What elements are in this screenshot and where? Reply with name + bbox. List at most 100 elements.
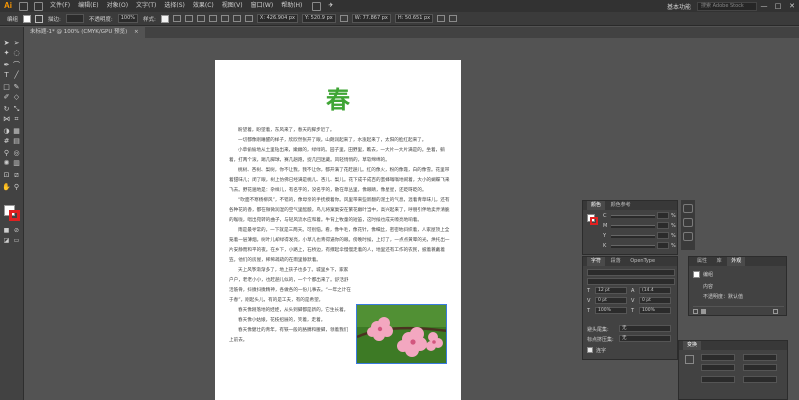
artboard-tool-icon[interactable]: ⊡ [2, 171, 11, 179]
menu-effect[interactable]: 效果(C) [189, 0, 218, 12]
arrange-icon[interactable] [34, 1, 43, 11]
height-field[interactable]: H: 50.651 px [394, 14, 434, 23]
x-position-field[interactable]: X: 426.904 px [256, 14, 298, 23]
align-center-icon[interactable] [184, 15, 193, 22]
transform-x-field[interactable] [701, 354, 735, 361]
menu-type[interactable]: 文字(T) [132, 0, 160, 12]
slice-tool-icon[interactable]: ⧄ [12, 171, 21, 179]
tab-character[interactable]: 字符 [587, 257, 606, 266]
menu-edit[interactable]: 编辑(E) [74, 0, 102, 12]
align-top-icon[interactable] [208, 15, 217, 22]
align-right-icon[interactable] [196, 15, 205, 22]
channel-y-field[interactable] [657, 232, 669, 239]
tab-color[interactable]: 颜色 [587, 201, 606, 210]
ligature-checkbox[interactable] [587, 347, 593, 353]
font-style-select[interactable] [587, 278, 675, 285]
channel-k-slider[interactable] [611, 245, 655, 248]
menu-window[interactable]: 窗口(W) [247, 0, 278, 12]
fill-swatch[interactable] [23, 14, 32, 23]
align-bottom-icon[interactable] [232, 15, 241, 22]
stock-search-input[interactable]: 搜索 Adobe Stock [697, 1, 757, 11]
color-stroke-box[interactable] [590, 217, 598, 225]
eyedropper-icon[interactable]: ⚲ [2, 149, 11, 157]
width-field[interactable]: W: 77.867 px [351, 14, 391, 23]
add-stroke-icon[interactable] [693, 309, 698, 314]
minimize-button[interactable]: — [757, 2, 771, 10]
font-family-select[interactable] [587, 269, 675, 276]
width-tool-icon[interactable]: ⋈ [2, 115, 11, 123]
free-transform-icon[interactable]: ⌗ [12, 115, 21, 123]
mojikumi-select[interactable]: 无 [619, 335, 671, 342]
tab-color-guide[interactable]: 颜色参考 [607, 201, 635, 210]
close-button[interactable]: ✕ [785, 2, 799, 10]
workspace-switcher[interactable]: 基本功能 [661, 2, 697, 11]
horizontal-scale-field[interactable]: 100% [639, 307, 671, 314]
document-title[interactable]: 春 [215, 80, 461, 115]
leading-field[interactable]: (14.4 [639, 287, 671, 294]
workspace-grid-icon[interactable] [312, 1, 322, 11]
brush-icon[interactable]: ✈ [324, 0, 337, 12]
channel-y-slider[interactable] [611, 235, 655, 238]
magic-wand-icon[interactable]: ✦ [2, 49, 11, 57]
menu-help[interactable]: 帮助(H) [277, 0, 306, 12]
bridge-icon[interactable] [19, 1, 28, 11]
transform-shear-field[interactable] [743, 376, 777, 383]
close-tab-icon[interactable]: × [134, 29, 139, 35]
transform-rotate-field[interactable] [701, 376, 735, 383]
hand-tool-icon[interactable]: ✋ [2, 183, 11, 191]
reference-point-icon[interactable] [685, 355, 694, 364]
stroke-weight-field[interactable] [65, 14, 84, 23]
mesh-tool-icon[interactable]: # [2, 137, 11, 145]
color-mode-icon[interactable]: ■ [2, 227, 11, 235]
channel-c-slider[interactable] [611, 215, 655, 218]
tab-opentype[interactable]: OpenType [626, 257, 659, 266]
graphic-style-swatch[interactable] [160, 14, 169, 23]
rotate-tool-icon[interactable]: ↻ [2, 105, 11, 113]
line-tool-icon[interactable]: ╱ [12, 71, 21, 79]
transform-y-field[interactable] [701, 364, 735, 371]
shaper-tool-icon[interactable]: ✐ [2, 93, 11, 101]
tracking-field[interactable]: 0 pt [639, 297, 671, 304]
fill-stroke-widget[interactable] [4, 205, 20, 221]
perspective-grid-icon[interactable]: ▦ [12, 127, 21, 135]
draw-mode-icon[interactable]: ◪ [2, 237, 11, 245]
eraser-icon[interactable]: ◇ [12, 93, 21, 101]
font-size-field[interactable]: 12 pt [595, 287, 627, 294]
maximize-button[interactable]: □ [771, 2, 785, 10]
opacity-field[interactable]: 100% [117, 14, 139, 23]
shape-builder-icon[interactable]: ◑ [2, 127, 11, 135]
paintbrush-icon[interactable]: ✎ [12, 83, 21, 91]
stroke-color-box[interactable] [9, 210, 20, 221]
tab-properties[interactable]: 属性 [693, 257, 711, 266]
distribute-icon[interactable] [244, 15, 253, 22]
vertical-scale-field[interactable]: 100% [595, 307, 627, 314]
kerning-field[interactable]: 0 pt [595, 297, 627, 304]
transform-h-field[interactable] [743, 364, 777, 371]
pen-tool-icon[interactable]: ✒ [2, 61, 11, 69]
tab-libraries[interactable]: 库 [713, 257, 726, 266]
align-left-icon[interactable] [172, 15, 181, 22]
selection-tool-icon[interactable]: ➤ [2, 39, 11, 47]
blend-tool-icon[interactable]: ◎ [12, 149, 21, 157]
tab-transform[interactable]: 变换 [683, 341, 702, 350]
swatches-panel-icon[interactable] [683, 218, 693, 227]
scale-tool-icon[interactable]: ⤡ [12, 105, 21, 113]
screen-mode-icon[interactable]: ▭ [12, 237, 21, 245]
add-fill-icon[interactable] [701, 309, 706, 314]
channel-c-field[interactable] [657, 212, 669, 219]
channel-m-field[interactable] [657, 222, 669, 229]
delete-item-icon[interactable] [773, 309, 778, 314]
link-icon[interactable] [339, 15, 348, 22]
tab-paragraph[interactable]: 段落 [607, 257, 625, 266]
type-tool-icon[interactable]: T [2, 71, 11, 79]
kinsoku-select[interactable]: 无 [619, 325, 671, 332]
channel-m-slider[interactable] [611, 225, 655, 228]
zoom-tool-icon[interactable]: ⚲ [12, 183, 21, 191]
peach-blossom-image[interactable] [356, 304, 447, 364]
menu-file[interactable]: 文件(F) [46, 0, 74, 12]
transform-w-field[interactable] [743, 354, 777, 361]
transform-options-icon[interactable] [437, 15, 446, 22]
channel-k-field[interactable] [657, 242, 669, 249]
isolate-icon[interactable] [449, 15, 458, 22]
menu-view[interactable]: 视图(V) [218, 0, 247, 12]
